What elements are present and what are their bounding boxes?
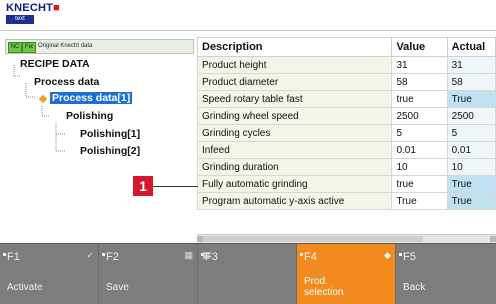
selection-icon: ◆ bbox=[384, 250, 391, 260]
f3-button[interactable]: F3 ▦ bbox=[198, 244, 297, 304]
fkey-label: F5 bbox=[403, 251, 416, 263]
brand-name: KNECHT bbox=[6, 2, 54, 14]
recipe-table-panel: Description Value Actual Product height … bbox=[196, 31, 496, 243]
table-row[interactable]: Speed rotary table fast true True bbox=[196, 90, 496, 108]
row-value[interactable]: 0.01 bbox=[391, 141, 448, 159]
row-description: Product diameter bbox=[196, 73, 393, 91]
row-value[interactable]: 2500 bbox=[391, 107, 448, 125]
row-actual: 10 bbox=[446, 158, 496, 176]
check-icon: ✓ bbox=[86, 250, 94, 260]
row-actual: True bbox=[446, 175, 496, 193]
f4-prod-selection-button[interactable]: F4 ◆ Prod. selection bbox=[297, 244, 396, 304]
top-bar: KNECHT■ text bbox=[0, 0, 496, 31]
row-description: Fully automatic grinding bbox=[196, 175, 393, 193]
softkey-label-line1: Prod. bbox=[304, 276, 328, 287]
row-description: Grinding duration bbox=[196, 158, 393, 176]
key-dot-icon bbox=[3, 253, 6, 256]
row-description: Speed rotary table fast bbox=[196, 90, 393, 108]
table-row[interactable]: Infeed 0.01 0.01 bbox=[196, 141, 496, 159]
f2-save-button[interactable]: F2 ▦ Save bbox=[99, 244, 198, 304]
table-row[interactable]: Product diameter 58 58 bbox=[196, 73, 496, 91]
row-actual: 31 bbox=[446, 56, 496, 74]
row-actual: 2500 bbox=[446, 107, 496, 125]
table-row[interactable]: Grinding cycles 5 5 bbox=[196, 124, 496, 142]
recipe-tree: RECIPE DATA Process data Process data[1]… bbox=[0, 31, 197, 243]
callout-marker: 1 bbox=[133, 176, 153, 196]
col-value-header: Value bbox=[391, 37, 448, 57]
tree-item-process-data-1-label: Process data[1] bbox=[50, 92, 133, 104]
row-value[interactable]: 31 bbox=[391, 56, 448, 74]
scroll-thumb[interactable] bbox=[203, 236, 423, 242]
softkey-label: Prod. selection bbox=[304, 276, 343, 298]
row-value[interactable]: 5 bbox=[391, 124, 448, 142]
tree-item-polishing-2[interactable]: Polishing[2] bbox=[80, 144, 140, 158]
save-icon: ▦ bbox=[184, 250, 193, 260]
softkey-label: Activate bbox=[7, 282, 43, 293]
row-value[interactable]: 10 bbox=[391, 158, 448, 176]
table-row[interactable]: Fully automatic grinding true True bbox=[196, 175, 496, 193]
f1-activate-button[interactable]: F1 ✓ Activate bbox=[0, 244, 99, 304]
row-description: Grinding wheel speed bbox=[196, 107, 393, 125]
tree-item-polishing-1[interactable]: Polishing[1] bbox=[80, 127, 140, 141]
scroll-right-icon[interactable] bbox=[490, 236, 496, 242]
knecht-logo: KNECHT■ text bbox=[6, 2, 60, 25]
row-description: Infeed bbox=[196, 141, 393, 159]
col-actual-header: Actual bbox=[446, 37, 496, 57]
row-description: Grinding cycles bbox=[196, 124, 393, 142]
fkey-label: F2 bbox=[106, 251, 119, 263]
key-dot-icon bbox=[102, 253, 105, 256]
fkey-label: F4 bbox=[304, 251, 317, 263]
table-header-row: Description Value Actual bbox=[196, 37, 496, 57]
table-row[interactable]: Program automatic y-axis active True Tru… bbox=[196, 192, 496, 210]
table-row[interactable]: Grinding wheel speed 2500 2500 bbox=[196, 107, 496, 125]
row-value[interactable]: 58 bbox=[391, 73, 448, 91]
brand-badge: text bbox=[6, 15, 34, 24]
row-value[interactable]: True bbox=[391, 192, 448, 210]
row-actual: 0.01 bbox=[446, 141, 496, 159]
tree-item-recipe-data[interactable]: RECIPE DATA bbox=[20, 57, 90, 71]
row-description: Product height bbox=[196, 56, 393, 74]
grid-icon: ▦ bbox=[202, 250, 211, 260]
row-actual: True bbox=[446, 90, 496, 108]
tree-item-process-data[interactable]: Process data bbox=[34, 75, 99, 89]
left-panel: NC Fix Original Knecht data RECIPE DATA … bbox=[0, 31, 198, 243]
softkey-bar: F1 ✓ Activate F2 ▦ Save F3 ▦ F4 ◆ Prod. … bbox=[0, 243, 496, 304]
col-description-header: Description bbox=[196, 37, 393, 57]
softkey-label: Back bbox=[403, 282, 426, 293]
horizontal-scrollbar[interactable] bbox=[197, 234, 496, 243]
brand-dot: ■ bbox=[53, 2, 60, 14]
row-value[interactable]: true bbox=[391, 175, 448, 193]
table-row[interactable]: Product height 31 31 bbox=[196, 56, 496, 74]
row-actual: 58 bbox=[446, 73, 496, 91]
row-actual: True bbox=[446, 192, 496, 210]
key-dot-icon bbox=[399, 253, 402, 256]
key-dot-icon bbox=[300, 253, 303, 256]
fkey-label: F1 bbox=[7, 251, 20, 263]
tree-item-process-data-1[interactable]: Process data[1] bbox=[50, 91, 133, 105]
table-row[interactable]: Grinding duration 10 10 bbox=[196, 158, 496, 176]
tree-item-polishing[interactable]: Polishing bbox=[66, 109, 113, 123]
row-description: Program automatic y-axis active bbox=[196, 192, 393, 210]
row-actual: 5 bbox=[446, 124, 496, 142]
callout-leader-line bbox=[153, 186, 198, 187]
softkey-label-line2: selection bbox=[304, 287, 344, 298]
softkey-label: Save bbox=[106, 282, 129, 293]
f5-back-button[interactable]: F5 Back bbox=[396, 244, 496, 304]
recipe-table: Description Value Actual Product height … bbox=[196, 37, 496, 210]
row-value[interactable]: true bbox=[391, 90, 448, 108]
